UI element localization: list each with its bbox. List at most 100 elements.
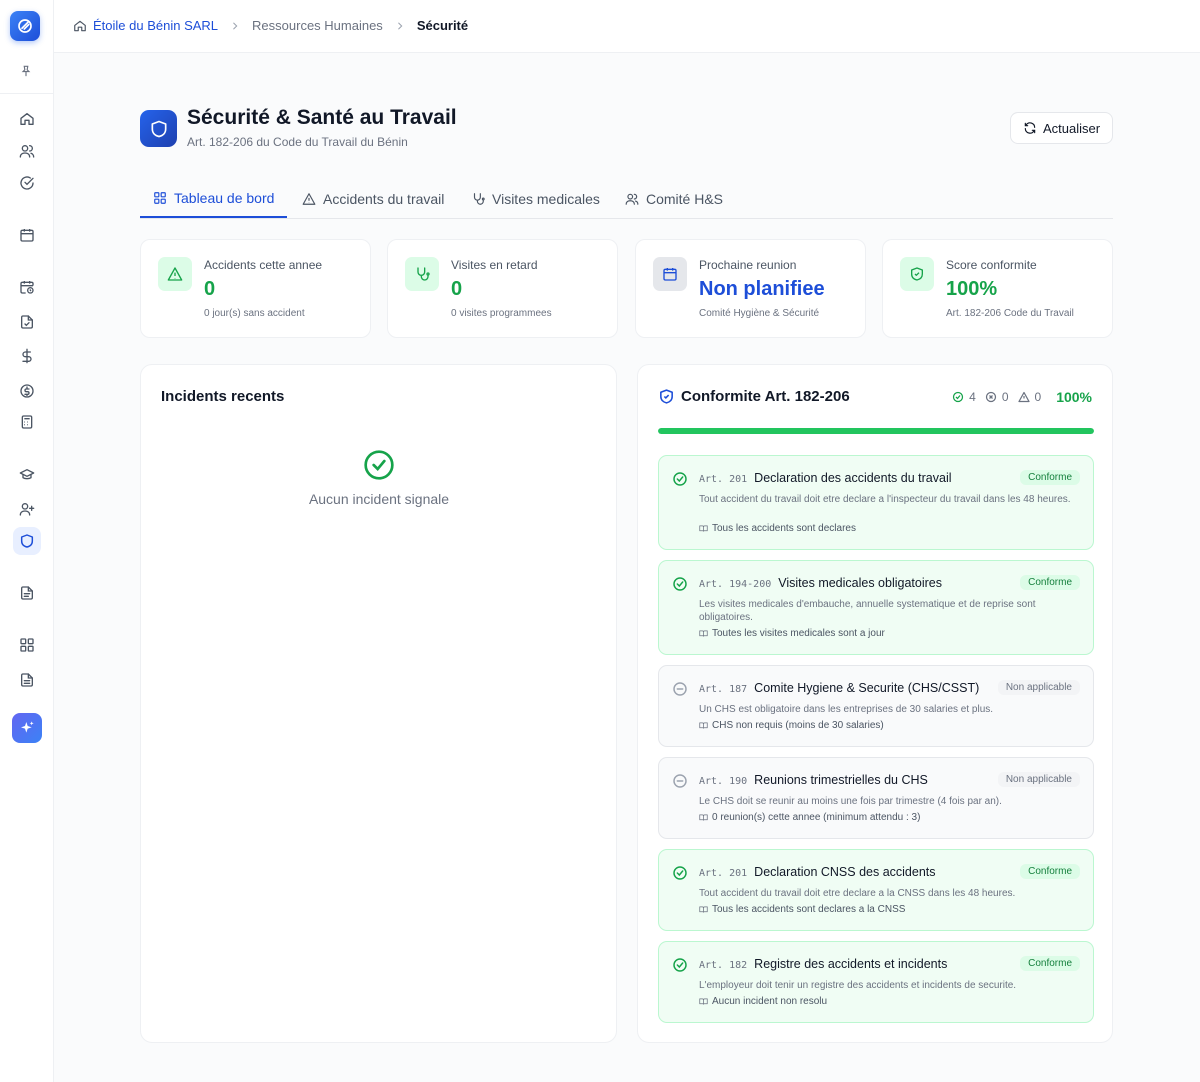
rule-note: CHS non requis (moins de 30 salaries) bbox=[699, 720, 884, 731]
check-circle-icon bbox=[952, 391, 964, 403]
dollar-icon[interactable] bbox=[13, 342, 41, 370]
rule-item: Art. 201 Declaration CNSS des accidents … bbox=[658, 849, 1094, 931]
stat-label: Accidents cette annee bbox=[204, 258, 323, 272]
check-circle-icon bbox=[363, 449, 395, 481]
app-logo[interactable] bbox=[10, 11, 40, 41]
rule-article: Art. 194-200 bbox=[699, 579, 772, 590]
chevron-right-icon bbox=[395, 21, 405, 31]
refresh-icon bbox=[1023, 121, 1037, 135]
shield-check-icon bbox=[900, 257, 934, 291]
warning-icon bbox=[302, 192, 316, 206]
rule-note: Tous les accidents sont declares bbox=[699, 523, 856, 534]
shield-icon bbox=[140, 110, 177, 147]
rule-item: Art. 190 Reunions trimestrielles du CHS … bbox=[658, 757, 1094, 839]
report-icon[interactable] bbox=[13, 666, 41, 694]
book-icon bbox=[699, 629, 708, 638]
rule-description: Les visites medicales d'embauche, annuel… bbox=[699, 599, 1036, 623]
user-plus-icon[interactable] bbox=[13, 495, 41, 523]
rule-note: Aucun incident non resolu bbox=[699, 996, 827, 1007]
check-circle-icon bbox=[672, 576, 688, 592]
stat-foot: Comité Hygiène & Sécurité bbox=[699, 308, 820, 319]
coin-icon[interactable] bbox=[13, 377, 41, 405]
rule-item: Art. 194-200 Visites medicales obligatoi… bbox=[658, 560, 1094, 655]
status-badge: Conforme bbox=[1020, 470, 1080, 485]
breadcrumb-section[interactable]: Ressources Humaines bbox=[252, 18, 383, 33]
rule-description: Le CHS doit se reunir au moins une fois … bbox=[699, 796, 1002, 807]
topbar: Étoile du Bénin SARL Ressources Humaines… bbox=[54, 0, 1200, 53]
graduation-cap-icon[interactable] bbox=[13, 461, 41, 489]
rule-note-text: 0 reunion(s) cette annee (minimum attend… bbox=[712, 812, 921, 823]
status-badge: Conforme bbox=[1020, 575, 1080, 590]
breadcrumb-company[interactable]: Étoile du Bénin SARL bbox=[93, 18, 218, 33]
grid-icon[interactable] bbox=[13, 631, 41, 659]
tab-committee[interactable]: Comité H&S bbox=[612, 180, 736, 218]
file-check-icon[interactable] bbox=[13, 308, 41, 336]
compliance-title: Conformite Art. 182-206 bbox=[681, 388, 850, 405]
stat-card-meeting: Prochaine reunion Non planifiee Comité H… bbox=[635, 239, 866, 338]
check-circle-icon bbox=[672, 865, 688, 881]
check-circle-icon bbox=[672, 471, 688, 487]
calendar-icon bbox=[653, 257, 687, 291]
ok-count: 4 bbox=[969, 390, 976, 404]
home-icon[interactable] bbox=[73, 19, 87, 33]
stat-value: Non planifiee bbox=[699, 278, 825, 300]
shield-check-icon bbox=[658, 388, 675, 405]
stat-label: Visites en retard bbox=[451, 258, 538, 272]
users-icon[interactable] bbox=[13, 137, 41, 165]
tab-label: Comité H&S bbox=[646, 191, 724, 207]
warning-icon bbox=[1017, 391, 1030, 403]
rule-description: Un CHS est obligatoire dans les entrepri… bbox=[699, 704, 994, 715]
tab-accidents[interactable]: Accidents du travail bbox=[289, 180, 457, 218]
refresh-button[interactable]: Actualiser bbox=[1010, 112, 1113, 144]
stat-label: Prochaine reunion bbox=[699, 258, 797, 272]
rule-note-text: Tous les accidents sont declares a la CN… bbox=[712, 904, 906, 915]
minus-circle-icon bbox=[672, 773, 688, 789]
rule-item: Art. 201 Declaration des accidents du tr… bbox=[658, 455, 1094, 550]
compliance-panel: Conformite Art. 182-206 4 0 0 100% Art. … bbox=[637, 364, 1113, 1043]
check-circle-icon[interactable] bbox=[13, 169, 41, 197]
minus-circle-icon bbox=[672, 681, 688, 697]
calendar-icon[interactable] bbox=[13, 221, 41, 249]
rule-article: Art. 182 bbox=[699, 960, 748, 971]
shield-icon[interactable] bbox=[13, 527, 41, 555]
calendar-clock-icon[interactable] bbox=[13, 273, 41, 301]
calculator-icon[interactable] bbox=[13, 408, 41, 436]
rule-name: Comite Hygiene & Securite (CHS/CSST) bbox=[754, 681, 980, 695]
incidents-panel: Incidents recents Aucun incident signale bbox=[140, 364, 617, 1043]
rule-note: Toutes les visites medicales sont a jour bbox=[699, 628, 885, 639]
tab-label: Accidents du travail bbox=[323, 191, 445, 207]
page-subtitle: Art. 182-206 du Code du Travail du Bénin bbox=[187, 135, 408, 149]
incidents-title: Incidents recents bbox=[161, 388, 285, 405]
stat-value: 0 bbox=[451, 278, 463, 300]
sidebar bbox=[0, 0, 54, 1082]
rule-name: Reunions trimestrielles du CHS bbox=[754, 773, 928, 787]
rule-article: Art. 201 bbox=[699, 474, 748, 485]
book-icon bbox=[699, 997, 708, 1006]
stat-card-score: Score conformite 100% Art. 182-206 Code … bbox=[882, 239, 1113, 338]
rule-name: Registre des accidents et incidents bbox=[754, 957, 948, 971]
rule-name: Visites medicales obligatoires bbox=[778, 576, 942, 590]
rule-item: Art. 182 Registre des accidents et incid… bbox=[658, 941, 1094, 1023]
rule-note-text: Aucun incident non resolu bbox=[712, 996, 828, 1007]
tab-bar: Tableau de bord Accidents du travail Vis… bbox=[140, 180, 1113, 219]
warning-icon bbox=[158, 257, 192, 291]
status-badge: Conforme bbox=[1020, 956, 1080, 971]
stat-label: Score conformite bbox=[946, 258, 1037, 272]
tab-label: Tableau de bord bbox=[174, 190, 275, 206]
users-icon bbox=[625, 192, 639, 206]
rule-note-text: CHS non requis (moins de 30 salaries) bbox=[712, 720, 884, 731]
compliance-summary: 4 0 0 100% bbox=[952, 389, 1092, 405]
page-title: Sécurité & Santé au Travail bbox=[187, 106, 457, 129]
compliance-progress bbox=[658, 428, 1094, 434]
rule-article: Art. 190 bbox=[699, 776, 748, 787]
sidebar-divider bbox=[0, 93, 53, 94]
breadcrumb: Étoile du Bénin SARL Ressources Humaines… bbox=[73, 18, 468, 33]
home-icon[interactable] bbox=[13, 105, 41, 133]
pin-icon[interactable] bbox=[19, 64, 33, 78]
book-icon bbox=[699, 905, 708, 914]
document-icon[interactable] bbox=[13, 579, 41, 607]
tab-medical-visits[interactable]: Visites medicales bbox=[458, 180, 613, 218]
tab-dashboard[interactable]: Tableau de bord bbox=[140, 180, 288, 218]
ai-assistant-icon[interactable] bbox=[12, 713, 42, 743]
stethoscope-icon bbox=[405, 257, 439, 291]
